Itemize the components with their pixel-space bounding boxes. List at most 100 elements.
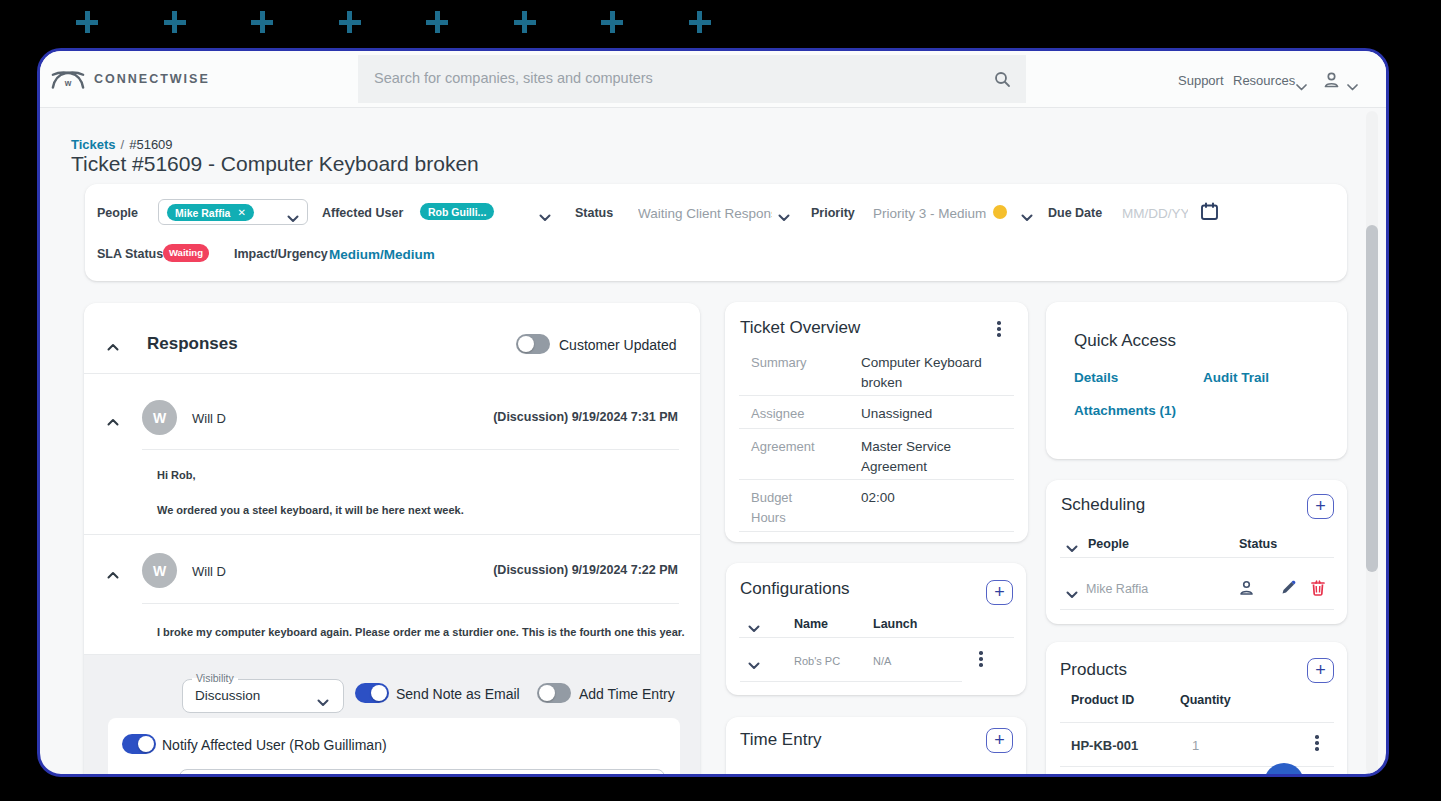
profile-chevron-down-icon[interactable] — [1347, 77, 1358, 95]
sla-status-badge: Waiting — [163, 244, 209, 262]
schedule-person: Mike Raffia — [1086, 582, 1148, 596]
response-collapse-chevron-up-icon[interactable] — [107, 412, 119, 430]
product-quantity: 1 — [1192, 738, 1199, 753]
configuration-row-chevron-down-icon[interactable] — [748, 656, 760, 674]
overview-row-label: Summary — [751, 353, 807, 373]
breadcrumb-tickets-link[interactable]: Tickets — [71, 137, 116, 152]
ticket-overview-title: Ticket Overview — [740, 318, 860, 338]
ticket-overview-card: Ticket Overview Summary Computer Keyboar… — [725, 302, 1028, 542]
status-chevron-down-icon[interactable] — [778, 208, 790, 226]
visibility-select[interactable]: Discussion — [182, 679, 344, 713]
people-select[interactable]: Mike Raffia✕ — [158, 199, 308, 225]
app-window: w CONNECTWISE Search for companies, site… — [37, 48, 1389, 777]
response-message-line: Hi Rob, — [157, 469, 196, 481]
divider — [739, 479, 1014, 480]
schedule-person-icon[interactable] — [1239, 580, 1254, 600]
schedule-row-chevron-down-icon[interactable] — [1066, 585, 1078, 603]
attachments-link[interactable]: Attachments (1) — [1074, 403, 1176, 418]
send-note-as-email-label: Send Note as Email — [396, 686, 520, 702]
desktop: w CONNECTWISE Search for companies, site… — [0, 0, 1441, 801]
divider — [739, 637, 1014, 638]
schedule-edit-pencil-icon[interactable] — [1281, 580, 1296, 599]
products-col-quantity: Quantity — [1180, 693, 1231, 707]
quick-access-title: Quick Access — [1074, 331, 1176, 351]
resources-menu[interactable]: Resources — [1233, 73, 1295, 88]
affected-user-chip[interactable]: Rob Guilli... — [420, 203, 494, 220]
affected-user-chevron-down-icon[interactable] — [539, 208, 551, 226]
scheduling-col-status: Status — [1239, 537, 1277, 551]
time-entry-title: Time Entry — [740, 730, 822, 750]
scheduling-expand-chevron-down-icon[interactable] — [1066, 539, 1078, 557]
divider — [84, 373, 700, 374]
configurations-expand-chevron-down-icon[interactable] — [748, 619, 760, 637]
compose-section: Discussion Visibility Send Note as Email… — [84, 655, 700, 777]
breadcrumb: Tickets/#51609 — [71, 137, 173, 152]
products-card: Products + Product ID Quantity HP-KB-001… — [1046, 642, 1347, 777]
products-col-id: Product ID — [1071, 693, 1134, 707]
divider — [142, 449, 679, 450]
visibility-chevron-down-icon[interactable] — [317, 693, 329, 711]
due-date-input[interactable]: MM/DD/YYYY — [1122, 206, 1188, 221]
audit-trail-link[interactable]: Audit Trail — [1203, 370, 1269, 385]
user-profile-icon[interactable] — [1323, 71, 1340, 93]
overview-row-label: Assignee — [751, 404, 804, 424]
priority-chevron-down-icon[interactable] — [1021, 208, 1033, 226]
global-search-input[interactable]: Search for companies, sites and computer… — [358, 55, 1026, 103]
time-entry-card: Time Entry + — [726, 717, 1026, 777]
visibility-value: Discussion — [195, 688, 260, 703]
desktop-plus-icon — [76, 11, 98, 33]
desktop-plus-icon — [251, 11, 273, 33]
add-product-button[interactable]: + — [1307, 658, 1334, 683]
overview-row-value: Computer Keyboard broken — [861, 353, 1013, 393]
overview-row-value: Unassigned — [861, 404, 1013, 424]
divider — [739, 395, 1014, 396]
divider — [740, 681, 962, 682]
divider — [739, 531, 1014, 532]
overview-row-value: Master Service Agreement — [861, 437, 1013, 477]
ticket-overview-kebab-menu-icon[interactable] — [997, 321, 1001, 337]
response-author: Will D — [192, 564, 226, 579]
scheduling-card: Scheduling + People Status Mike Raffia — [1046, 480, 1347, 624]
avatar: W — [142, 553, 177, 588]
configuration-name[interactable]: Rob's PC — [794, 655, 840, 667]
people-chip[interactable]: Mike Raffia✕ — [167, 204, 254, 221]
responses-card: Responses Customer Updated W Will D (Dis… — [84, 303, 700, 777]
desktop-plus-icon — [689, 11, 711, 33]
product-id: HP-KB-001 — [1071, 738, 1138, 753]
add-time-entry-toggle[interactable] — [537, 683, 571, 703]
divider — [1060, 722, 1334, 723]
compose-note-panel: Notify Affected User (Rob Guilliman) — [108, 718, 680, 777]
chip-remove-icon[interactable]: ✕ — [237, 207, 245, 218]
calendar-icon[interactable] — [1200, 202, 1219, 225]
add-time-entry-button[interactable]: + — [986, 728, 1013, 753]
response-collapse-chevron-up-icon[interactable] — [107, 565, 119, 583]
priority-value[interactable]: Priority 3 - Medium — [873, 206, 986, 221]
resources-chevron-down-icon[interactable] — [1296, 77, 1307, 95]
response-message-line: I broke my computer keyboard again. Plea… — [157, 626, 685, 638]
search-icon[interactable] — [994, 71, 1011, 92]
customer-updated-toggle[interactable] — [516, 334, 550, 354]
support-link[interactable]: Support — [1178, 73, 1224, 88]
add-configuration-button[interactable]: + — [986, 580, 1013, 605]
overview-row-value: 02:00 — [861, 488, 1013, 508]
divider — [142, 603, 679, 604]
scrollbar-thumb[interactable] — [1366, 225, 1378, 572]
people-chevron-down-icon[interactable] — [287, 209, 299, 227]
note-text-input[interactable] — [179, 769, 665, 777]
desktop-plus-icon — [514, 11, 536, 33]
configuration-kebab-menu-icon[interactable] — [979, 651, 983, 667]
notify-affected-user-toggle[interactable] — [122, 734, 156, 754]
details-link[interactable]: Details — [1074, 370, 1118, 385]
schedule-delete-trash-icon[interactable] — [1311, 580, 1325, 600]
send-note-as-email-toggle[interactable] — [355, 683, 389, 703]
status-value[interactable]: Waiting Client Response — [638, 206, 772, 221]
responses-collapse-chevron-up-icon[interactable] — [107, 337, 119, 355]
response-author: Will D — [192, 411, 226, 426]
impact-urgency-value[interactable]: Medium/Medium — [329, 247, 435, 262]
add-schedule-button[interactable]: + — [1307, 494, 1334, 519]
product-kebab-menu-icon[interactable] — [1315, 735, 1319, 751]
configurations-col-name: Name — [794, 617, 828, 631]
scheduling-col-people: People — [1088, 537, 1129, 551]
desktop-plus-icon — [164, 11, 186, 33]
people-label: People — [97, 206, 138, 220]
